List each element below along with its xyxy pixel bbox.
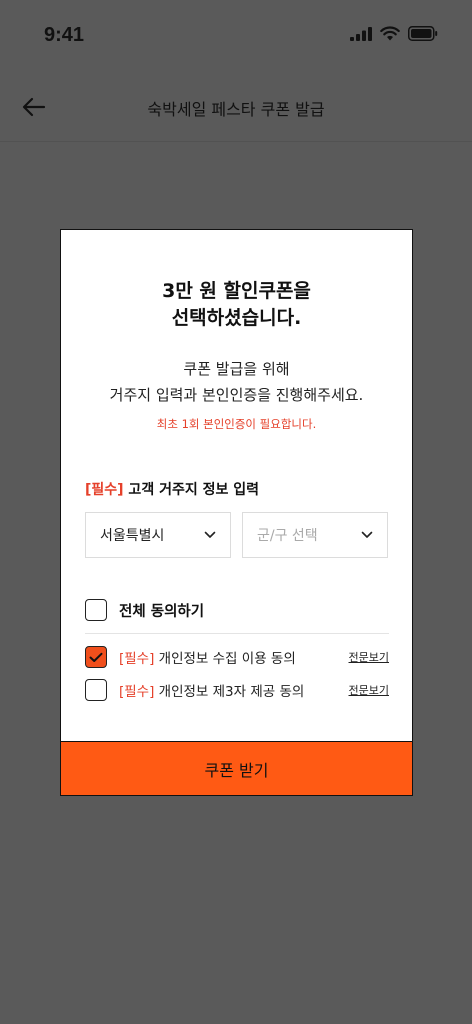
city-select-value: 서울특별시 <box>100 528 165 544</box>
coupon-modal: 3만 원 할인쿠폰을 선택하셨습니다. 쿠폰 발급을 위해 거주지 입력과 본인… <box>60 229 413 796</box>
modal-title: 3만 원 할인쿠폰을 선택하셨습니다. <box>61 278 412 332</box>
signal-icon <box>350 26 372 41</box>
privacy-collection-label: [필수] 개인정보 수집 이용 동의 <box>119 647 337 667</box>
chevron-down-icon <box>204 531 216 538</box>
check-icon <box>89 652 103 662</box>
third-party-text: 개인정보 제3자 제공 동의 <box>154 684 305 700</box>
required-tag: [필수] <box>119 684 155 700</box>
chevron-down-icon <box>361 531 373 538</box>
agree-all-checkbox[interactable] <box>85 599 107 621</box>
status-time: 9:41 <box>44 24 85 46</box>
agree-all-row: 전체 동의하기 <box>85 599 389 621</box>
get-coupon-button[interactable]: 쿠폰 받기 <box>61 741 412 795</box>
third-party-label: [필수] 개인정보 제3자 제공 동의 <box>119 680 337 700</box>
view-full-terms-link[interactable]: 전문보기 <box>349 649 389 665</box>
privacy-collection-text: 개인정보 수집 이용 동의 <box>154 651 296 667</box>
third-party-checkbox[interactable] <box>85 679 107 701</box>
district-select-placeholder: 군/구 선택 <box>257 528 318 544</box>
modal-desc-line1: 쿠폰 발급을 위해 <box>183 360 290 378</box>
district-select[interactable]: 군/구 선택 <box>242 512 388 558</box>
divider <box>85 633 389 634</box>
agreement-row-privacy-collection: [필수] 개인정보 수집 이용 동의 전문보기 <box>85 646 389 668</box>
required-tag: [필수] <box>119 651 155 667</box>
page-title: 숙박세일 페스타 쿠폰 발급 <box>147 100 325 119</box>
status-bar: 9:41 <box>0 0 472 72</box>
modal-description: 쿠폰 발급을 위해 거주지 입력과 본인인증을 진행해주세요. <box>61 356 412 408</box>
modal-desc-line2: 거주지 입력과 본인인증을 진행해주세요. <box>109 386 364 404</box>
modal-title-line2: 선택하셨습니다. <box>171 307 302 329</box>
agreement-row-third-party: [필수] 개인정보 제3자 제공 동의 전문보기 <box>85 679 389 701</box>
privacy-collection-checkbox[interactable] <box>85 646 107 668</box>
view-full-terms-link[interactable]: 전문보기 <box>349 682 389 698</box>
verification-notice: 최초 1회 본인인증이 필요합니다. <box>156 417 317 431</box>
modal-title-line1: 3만 원 할인쿠폰을 <box>162 280 311 302</box>
app-header: 숙박세일 페스타 쿠폰 발급 <box>0 72 472 142</box>
residence-section-label: [필수] 고객 거주지 정보 입력 <box>85 479 259 499</box>
battery-icon <box>408 26 438 41</box>
required-tag: [필수] <box>85 482 124 498</box>
wifi-icon <box>380 26 400 41</box>
section-label-text: 고객 거주지 정보 입력 <box>123 482 259 498</box>
agree-all-label: 전체 동의하기 <box>119 603 205 620</box>
city-select[interactable]: 서울특별시 <box>85 512 231 558</box>
status-icons <box>350 26 438 41</box>
